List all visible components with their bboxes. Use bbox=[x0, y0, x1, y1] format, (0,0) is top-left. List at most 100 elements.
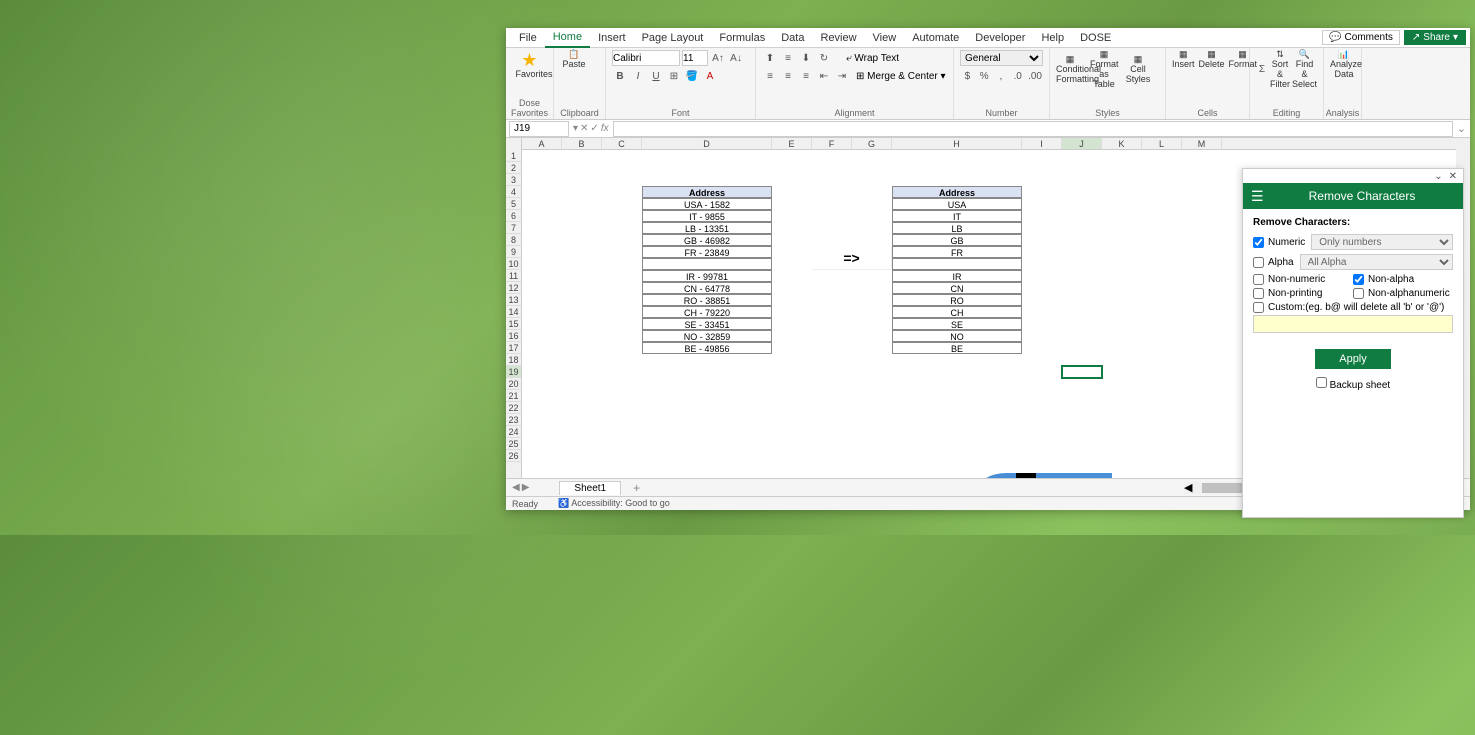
custom-checkbox[interactable] bbox=[1253, 302, 1264, 313]
tab-automate[interactable]: Automate bbox=[904, 29, 967, 47]
non-alpha-checkbox-label[interactable]: Non-alpha bbox=[1353, 274, 1453, 285]
col-header-E[interactable]: E bbox=[772, 138, 812, 149]
decrease-decimal-icon[interactable]: .00 bbox=[1027, 68, 1043, 84]
tab-formulas[interactable]: Formulas bbox=[711, 29, 773, 47]
currency-icon[interactable]: $ bbox=[960, 68, 975, 84]
paste-button[interactable]: 📋Paste bbox=[560, 50, 588, 70]
row-header-10[interactable]: 10 bbox=[506, 258, 521, 270]
number-format-select[interactable]: General bbox=[960, 50, 1043, 66]
col-header-F[interactable]: F bbox=[812, 138, 852, 149]
cell-D12[interactable]: CN - 64778 bbox=[642, 282, 772, 294]
underline-icon[interactable]: U bbox=[648, 68, 664, 84]
merge-center-button[interactable]: ⊞ Merge & Center ▾ bbox=[856, 71, 946, 82]
apply-button[interactable]: Apply bbox=[1315, 349, 1391, 369]
fx-icon[interactable]: fx bbox=[601, 123, 609, 134]
align-right-icon[interactable]: ≡ bbox=[798, 68, 814, 84]
cell-D4[interactable]: Address bbox=[642, 186, 772, 198]
cell-D10[interactable] bbox=[642, 258, 772, 270]
col-header-D[interactable]: D bbox=[642, 138, 772, 149]
add-sheet-button[interactable]: + bbox=[633, 481, 640, 495]
percent-icon[interactable]: % bbox=[977, 68, 992, 84]
col-header-H[interactable]: H bbox=[892, 138, 1022, 149]
font-size-select[interactable] bbox=[682, 50, 708, 66]
non-alpha-checkbox[interactable] bbox=[1353, 274, 1364, 285]
align-bottom-icon[interactable]: ⬇ bbox=[798, 50, 814, 66]
non-numeric-checkbox[interactable] bbox=[1253, 274, 1264, 285]
cell-H15[interactable]: SE bbox=[892, 318, 1022, 330]
numeric-checkbox-label[interactable]: Numeric bbox=[1253, 237, 1305, 248]
tab-developer[interactable]: Developer bbox=[967, 29, 1033, 47]
row-header-20[interactable]: 20 bbox=[506, 378, 521, 390]
tab-dose[interactable]: DOSE bbox=[1072, 29, 1119, 47]
formula-bar[interactable] bbox=[613, 121, 1453, 137]
align-left-icon[interactable]: ≡ bbox=[762, 68, 778, 84]
cell-H6[interactable]: IT bbox=[892, 210, 1022, 222]
share-button[interactable]: ↗Share▾ bbox=[1404, 30, 1466, 45]
non-printing-checkbox[interactable] bbox=[1253, 288, 1264, 299]
row-header-17[interactable]: 17 bbox=[506, 342, 521, 354]
enter-formula-icon[interactable]: ✓ bbox=[590, 123, 598, 134]
cell-D17[interactable]: BE - 49856 bbox=[642, 342, 772, 354]
sheet-tab-sheet1[interactable]: Sheet1 bbox=[559, 481, 621, 495]
delete-cells-button[interactable]: ▦Delete bbox=[1199, 50, 1225, 70]
format-as-table-button[interactable]: ▦Format as Table bbox=[1090, 50, 1118, 90]
row-header-19[interactable]: 19 bbox=[506, 366, 521, 378]
cell-H5[interactable]: USA bbox=[892, 198, 1022, 210]
custom-checkbox-label[interactable]: Custom:(eg. b@ will delete all 'b' or '@… bbox=[1253, 302, 1453, 313]
align-top-icon[interactable]: ⬆ bbox=[762, 50, 778, 66]
decrease-indent-icon[interactable]: ⇤ bbox=[816, 68, 832, 84]
row-header-12[interactable]: 12 bbox=[506, 282, 521, 294]
comma-icon[interactable]: , bbox=[994, 68, 1009, 84]
pane-close-icon[interactable]: ✕ bbox=[1449, 171, 1457, 182]
row-header-22[interactable]: 22 bbox=[506, 402, 521, 414]
star-icon[interactable]: ★ bbox=[520, 50, 540, 70]
numeric-checkbox[interactable] bbox=[1253, 237, 1264, 248]
custom-chars-input[interactable] bbox=[1253, 315, 1453, 333]
cell-D14[interactable]: CH - 79220 bbox=[642, 306, 772, 318]
row-header-16[interactable]: 16 bbox=[506, 330, 521, 342]
cell-H7[interactable]: LB bbox=[892, 222, 1022, 234]
increase-font-icon[interactable]: A↑ bbox=[710, 50, 726, 66]
name-box[interactable] bbox=[509, 121, 569, 137]
cell-D11[interactable]: IR - 99781 bbox=[642, 270, 772, 282]
hamburger-icon[interactable]: ☰ bbox=[1251, 188, 1269, 205]
non-numeric-checkbox-label[interactable]: Non-numeric bbox=[1253, 274, 1353, 285]
row-header-11[interactable]: 11 bbox=[506, 270, 521, 282]
cell-D16[interactable]: NO - 32859 bbox=[642, 330, 772, 342]
tab-file[interactable]: File bbox=[511, 29, 545, 47]
row-header-24[interactable]: 24 bbox=[506, 426, 521, 438]
comments-button[interactable]: 💬Comments bbox=[1322, 30, 1400, 45]
cell-D15[interactable]: SE - 33451 bbox=[642, 318, 772, 330]
cell-H16[interactable]: NO bbox=[892, 330, 1022, 342]
row-header-23[interactable]: 23 bbox=[506, 414, 521, 426]
favorites-button[interactable]: Favorites bbox=[516, 70, 544, 80]
row-header-18[interactable]: 18 bbox=[506, 354, 521, 366]
row-header-9[interactable]: 9 bbox=[506, 246, 521, 258]
row-header-3[interactable]: 3 bbox=[506, 174, 521, 186]
cell-D9[interactable]: FR - 23849 bbox=[642, 246, 772, 258]
col-header-I[interactable]: I bbox=[1022, 138, 1062, 149]
sort-filter-button[interactable]: ⇅Sort & Filter bbox=[1270, 50, 1290, 90]
cell-H12[interactable]: CN bbox=[892, 282, 1022, 294]
backup-sheet-label[interactable]: Backup sheet bbox=[1316, 380, 1390, 391]
cell-H17[interactable]: BE bbox=[892, 342, 1022, 354]
row-header-2[interactable]: 2 bbox=[506, 162, 521, 174]
increase-indent-icon[interactable]: ⇥ bbox=[834, 68, 850, 84]
backup-sheet-checkbox[interactable] bbox=[1316, 377, 1327, 388]
col-header-C[interactable]: C bbox=[602, 138, 642, 149]
col-header-J[interactable]: J bbox=[1062, 138, 1102, 149]
tab-home[interactable]: Home bbox=[545, 28, 590, 48]
row-header-7[interactable]: 7 bbox=[506, 222, 521, 234]
tab-data[interactable]: Data bbox=[773, 29, 812, 47]
tab-page-layout[interactable]: Page Layout bbox=[634, 29, 712, 47]
decrease-font-icon[interactable]: A↓ bbox=[728, 50, 744, 66]
cell-H9[interactable]: FR bbox=[892, 246, 1022, 258]
non-printing-checkbox-label[interactable]: Non-printing bbox=[1253, 288, 1353, 299]
orientation-icon[interactable]: ↻ bbox=[816, 50, 832, 66]
non-alphanumeric-checkbox[interactable] bbox=[1353, 288, 1364, 299]
analyze-data-button[interactable]: 📊Analyze Data bbox=[1330, 50, 1358, 80]
row-header-1[interactable]: 1 bbox=[506, 150, 521, 162]
cell-H10[interactable] bbox=[892, 258, 1022, 270]
cancel-formula-icon[interactable]: ✕ bbox=[580, 123, 588, 134]
numeric-select[interactable]: Only numbers bbox=[1311, 234, 1453, 250]
